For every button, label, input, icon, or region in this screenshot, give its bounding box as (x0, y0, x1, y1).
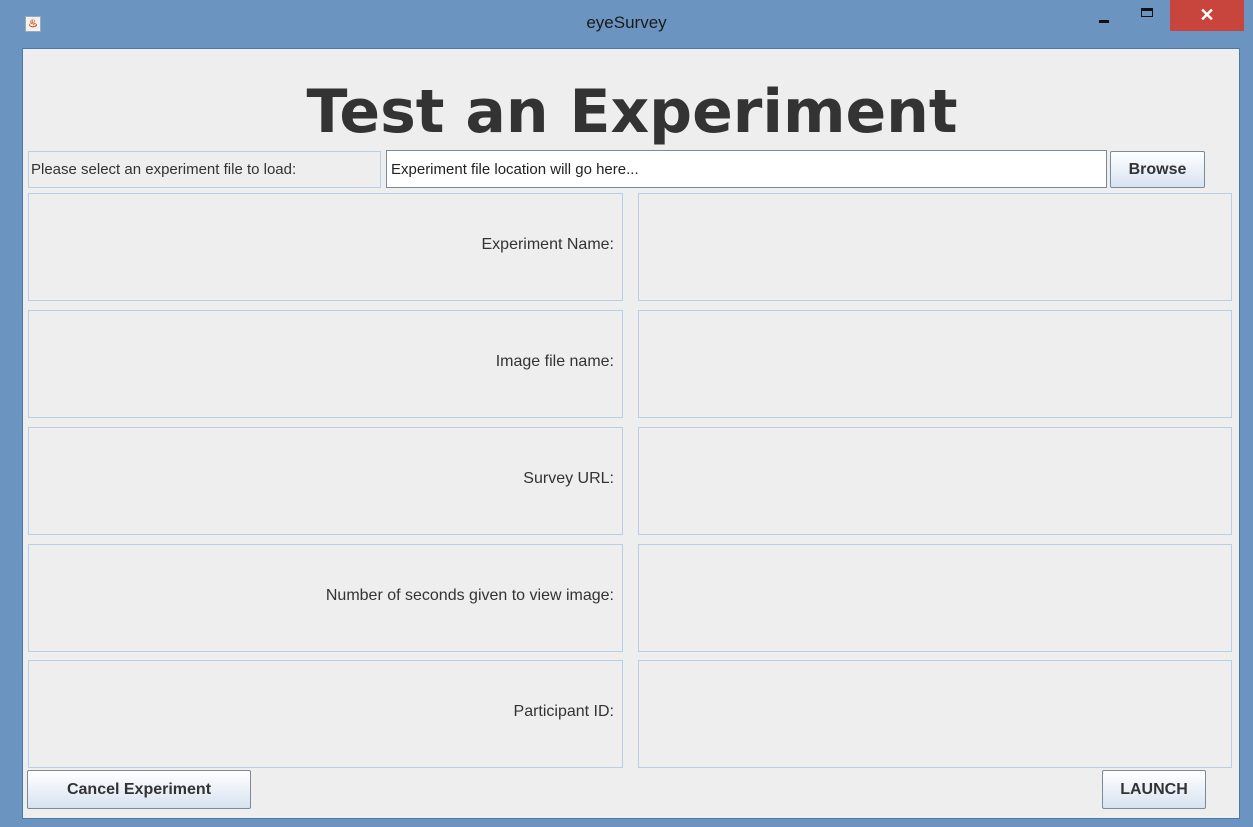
client-area: Test an Experiment Please select an expe… (22, 48, 1240, 819)
survey-url-value (638, 427, 1232, 535)
image-file-name-label-cell: Image file name: (28, 310, 623, 418)
window-title: eyeSurvey (586, 13, 667, 32)
experiment-name-label-cell: Experiment Name: (28, 193, 623, 301)
browse-button[interactable]: Browse (1110, 151, 1205, 188)
survey-url-label: Survey URL: (523, 470, 614, 487)
image-file-name-value (638, 310, 1232, 418)
experiment-name-value (638, 193, 1232, 301)
cancel-experiment-button[interactable]: Cancel Experiment (27, 770, 251, 809)
page-title: Test an Experiment (306, 77, 958, 147)
participant-id-value (638, 660, 1232, 768)
participant-id-label: Participant ID: (513, 703, 614, 720)
minimize-button[interactable] (1087, 0, 1121, 30)
view-seconds-label: Number of seconds given to view image: (325, 587, 614, 604)
file-select-label: Please select an experiment file to load… (28, 151, 381, 188)
view-seconds-value (638, 544, 1232, 652)
close-button[interactable]: ✕ (1170, 0, 1244, 31)
app-window: ♨ eyeSurvey ✕ Test an Experiment Please … (0, 0, 1253, 827)
experiment-name-label: Experiment Name: (481, 236, 615, 253)
view-seconds-label-cell: Number of seconds given to view image: (28, 544, 623, 652)
title-bar[interactable]: ♨ eyeSurvey ✕ (0, 0, 1253, 48)
survey-url-label-cell: Survey URL: (28, 427, 623, 535)
image-file-name-label: Image file name: (495, 353, 614, 370)
launch-button[interactable]: LAUNCH (1102, 770, 1206, 809)
participant-id-label-cell: Participant ID: (28, 660, 623, 768)
maximize-button[interactable] (1130, 0, 1164, 30)
experiment-file-path-field[interactable] (386, 150, 1107, 188)
